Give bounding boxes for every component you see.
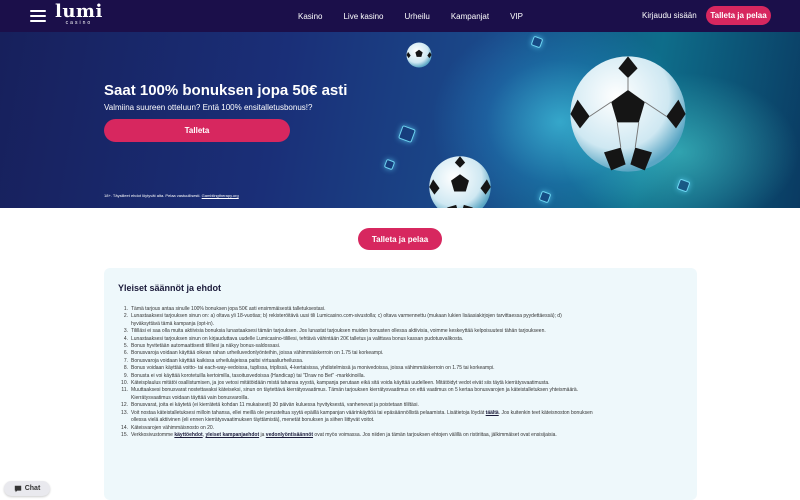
gambling-therapy-link[interactable]: Gamblingtherapy.org bbox=[202, 193, 239, 198]
item-text: Lunastaaksesi tarjouksen sinun on: a) ol… bbox=[131, 313, 562, 320]
terms-title: Yleiset säännöt ja ehdot bbox=[118, 283, 222, 293]
list-item: 4. Lunastaaksesi tarjouksen sinun on kirj… bbox=[118, 336, 688, 343]
item-text: Bonusvaroja voidaan käyttää kaikissa urh… bbox=[131, 357, 304, 364]
item-text-part: . Jos kuitenkin teet käteisnoston bonuks… bbox=[498, 409, 593, 416]
item-number: 11. bbox=[121, 387, 128, 394]
item-number: 15. bbox=[121, 431, 128, 438]
item-number: 3. bbox=[123, 328, 128, 335]
list-item-continuation: Kierrätysvaatimus voidaan täyttää vain b… bbox=[131, 394, 249, 401]
soccer-ball-small-graphic bbox=[429, 156, 491, 208]
chat-bubble-icon bbox=[14, 485, 21, 492]
hero-deposit-button[interactable]: Talleta bbox=[104, 119, 290, 142]
terms-of-use-link[interactable]: käyttöehdot bbox=[174, 432, 202, 438]
item-text: Bonus hyvitetään automaattisesti tilille… bbox=[131, 343, 281, 350]
here-link[interactable]: täältä bbox=[486, 410, 499, 416]
nav-live-kasino[interactable]: Live kasino bbox=[343, 12, 383, 21]
legal-prefix: 18+. Täysilleet ehdot löytyvät alta. Pel… bbox=[104, 193, 202, 198]
list-item: 2. Lunastaaksesi tarjouksen sinun on: a) … bbox=[118, 313, 688, 320]
item-text: Tililläsi ei saa olla muita aktiivisia b… bbox=[131, 328, 546, 335]
item-text: Käteisvarojen vähimmäisnosto on 20. bbox=[131, 424, 215, 431]
list-item-continuation: ollessa vielä aktiivinen (eli ennen kier… bbox=[131, 417, 375, 424]
item-text: Verkkosivustomme käyttöehdot, yleiset ka… bbox=[131, 432, 688, 439]
nav-kampanjat[interactable]: Kampanjat bbox=[451, 12, 489, 21]
terms-list: 1. Tämä tarjous antaa sinulle 100% bonuks… bbox=[118, 306, 688, 439]
betting-rules-link[interactable]: vedonlyöntisäännöt bbox=[266, 432, 313, 438]
list-item: 10. Käteisplaulus mitätöi osallistumisen,… bbox=[118, 380, 688, 387]
list-item: 13. Voit nostaa käteistalletuksesi milloi… bbox=[118, 410, 688, 417]
item-text: Muuttaaksesi bonusvarat nostettavaksi kä… bbox=[131, 387, 579, 394]
soccer-ball-partial-graphic bbox=[406, 42, 432, 68]
item-number: 9. bbox=[123, 372, 128, 379]
item-number: 8. bbox=[123, 365, 128, 372]
list-item: 9. Bonusta ei voi käyttää korotetuilla ke… bbox=[118, 373, 688, 380]
hero-title: Saat 100% bonuksen jopa 50€ asti bbox=[104, 82, 348, 99]
nav-vip[interactable]: VIP bbox=[510, 12, 523, 21]
hero-banner: Saat 100% bonuksen jopa 50€ asti Valmiin… bbox=[0, 32, 800, 208]
main-nav: Kasino Live kasino Urheilu Kampanjat VIP bbox=[298, 0, 544, 32]
soccer-ball-large-graphic bbox=[570, 56, 686, 172]
nav-urheilu[interactable]: Urheilu bbox=[405, 12, 430, 21]
item-number: 13. bbox=[121, 409, 128, 416]
item-number: 7. bbox=[123, 357, 128, 364]
ice-cube-graphic bbox=[383, 158, 396, 171]
header-deposit-button[interactable]: Talleta ja pelaa bbox=[706, 6, 771, 25]
hero-legal-text: 18+. Täysilleet ehdot löytyvät alta. Pel… bbox=[104, 193, 239, 198]
ice-cube-graphic bbox=[398, 125, 416, 143]
login-link[interactable]: Kirjaudu sisään bbox=[642, 11, 697, 20]
item-text: Tämä tarjous antaa sinulle 100% bonuksen… bbox=[131, 306, 326, 312]
list-item: 5. Bonus hyvitetään automaattisesti tilil… bbox=[118, 343, 688, 350]
item-text: Voit nostaa käteistalletuksesi milloin t… bbox=[131, 410, 688, 417]
item-number: 1. bbox=[123, 306, 128, 312]
item-number: 2. bbox=[123, 313, 128, 320]
list-item: 15. Verkkosivustomme käyttöehdot, yleiset… bbox=[118, 432, 688, 439]
list-item: 12. Bonusvarat, joita ei käytetä (ei kier… bbox=[118, 402, 688, 409]
item-text-part: Voit nostaa käteistalletuksesi milloin t… bbox=[131, 409, 486, 416]
item-text: Bonusvarat, joita ei käytetä (ei kierrät… bbox=[131, 402, 419, 409]
item-text: Lunastaaksesi tarjouksen sinun on kirjau… bbox=[131, 335, 464, 342]
logo-main-text: lumi bbox=[55, 1, 103, 22]
lumi-casino-logo[interactable]: lumi casino bbox=[55, 1, 103, 27]
deposit-and-play-button[interactable]: Talleta ja pelaa bbox=[358, 228, 442, 250]
item-number: 10. bbox=[121, 380, 128, 387]
list-item: 1. Tämä tarjous antaa sinulle 100% bonuks… bbox=[118, 306, 688, 313]
item-text: Bonusvaroja voidaan käyttää oikean rahan… bbox=[131, 350, 384, 357]
nav-kasino[interactable]: Kasino bbox=[298, 12, 322, 21]
top-header: lumi casino Kasino Live kasino Urheilu K… bbox=[0, 0, 800, 32]
item-text: Bonusta ei voi käyttää korotetuilla kert… bbox=[131, 372, 365, 379]
list-item-continuation: hyväksyttävä tämä kampanja (opt-in). bbox=[131, 320, 215, 327]
hamburger-menu-icon[interactable] bbox=[30, 10, 46, 22]
item-text: Käteisplaulus mitätöi osallistumisen, ja… bbox=[131, 380, 550, 387]
item-number: 12. bbox=[121, 402, 128, 409]
list-item: 3. Tililläsi ei saa olla muita aktiivisia… bbox=[118, 328, 688, 335]
item-text-part: ovat myös voimassa. Jos niiden ja tämän … bbox=[313, 431, 557, 438]
item-text-part: ja bbox=[259, 431, 266, 438]
list-item: 8. Bonus voidaan käyttää voitto- tai each… bbox=[118, 365, 688, 372]
chat-button[interactable]: Chat bbox=[4, 481, 50, 496]
item-number: 5. bbox=[123, 343, 128, 350]
chat-label: Chat bbox=[24, 485, 41, 492]
hero-subtitle: Valmiina suureen otteluun? Entä 100% ens… bbox=[104, 103, 313, 112]
item-text-part: Verkkosivustomme bbox=[131, 431, 175, 438]
item-text: Bonus voidaan käyttää voitto- tai each-w… bbox=[131, 365, 495, 372]
page: lumi casino Kasino Live kasino Urheilu K… bbox=[0, 0, 800, 500]
list-item: 14. Käteisvarojen vähimmäisnosto on 20. bbox=[118, 425, 688, 432]
item-number: 6. bbox=[123, 350, 128, 357]
terms-box: Yleiset säännöt ja ehdot 1. Tämä tarjous … bbox=[104, 268, 697, 500]
list-item: 7. Bonusvaroja voidaan käyttää kaikissa u… bbox=[118, 358, 688, 365]
list-item: 6. Bonusvaroja voidaan käyttää oikean rah… bbox=[118, 350, 688, 357]
item-number: 4. bbox=[123, 335, 128, 342]
list-item: 11. Muuttaaksesi bonusvarat nostettavaksi… bbox=[118, 387, 688, 394]
general-promo-terms-link[interactable]: yleiset kampanjaehdot bbox=[205, 432, 259, 438]
item-number: 14. bbox=[121, 424, 128, 431]
